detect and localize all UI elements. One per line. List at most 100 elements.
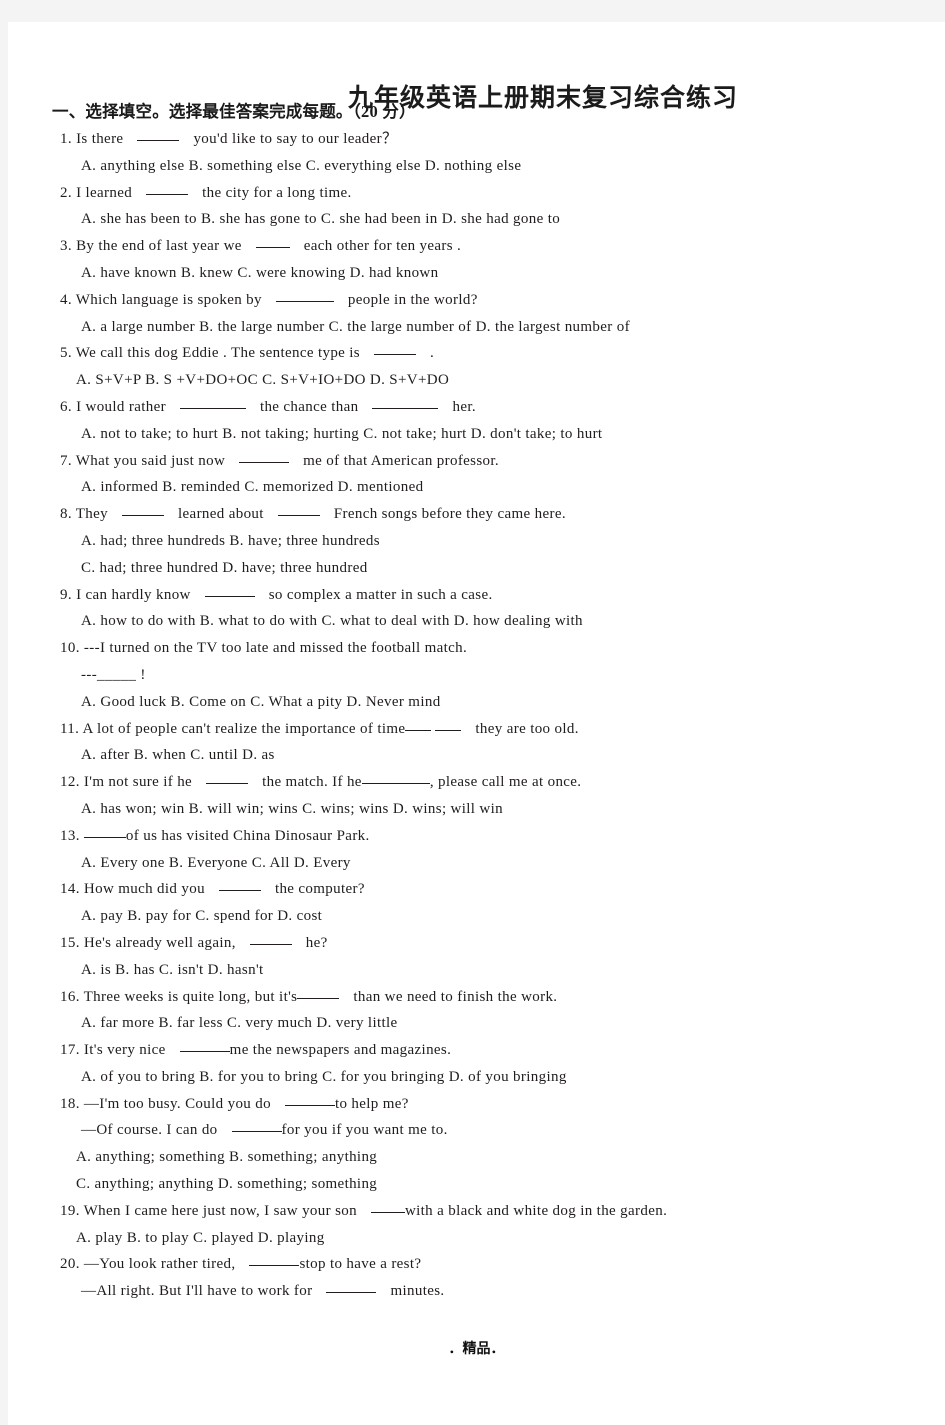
stem-text-after: her.: [452, 398, 476, 415]
question-number: 2.: [60, 184, 72, 201]
option-row[interactable]: A. have known B. knew C. were knowing D.…: [8, 260, 945, 287]
option-row[interactable]: C. had; three hundred D. have; three hun…: [8, 555, 945, 582]
stem-text: It's very nice: [83, 1042, 166, 1059]
option-row[interactable]: A. Good luck B. Come on C. What a pity D…: [8, 689, 945, 716]
answer-blank[interactable]: [405, 720, 432, 731]
answer-blank-2[interactable]: [231, 1121, 282, 1133]
stem-text: We call this dog Eddie . The sentence ty…: [75, 345, 360, 362]
answer-blank[interactable]: [206, 773, 249, 785]
option-row[interactable]: A. has won; win B. will win; wins C. win…: [8, 796, 945, 823]
option-row[interactable]: A. of you to bring B. for you to bring C…: [8, 1064, 945, 1091]
answer-blank[interactable]: [297, 988, 340, 999]
answer-blank[interactable]: [239, 452, 290, 463]
stem-text-after: me the newspapers and magazines.: [229, 1042, 452, 1059]
question-number: 10.: [60, 640, 80, 657]
reply-text-after: minutes.: [390, 1283, 445, 1300]
stem-text: A lot of people can't realize the import…: [82, 720, 406, 737]
question-stem: 9. I can hardly know so complex a matter …: [8, 582, 945, 609]
option-row[interactable]: A. informed B. reminded C. memorized D. …: [8, 474, 945, 501]
stem-text: I would rather: [76, 398, 166, 415]
question-stem: 3. By the end of last year we each other …: [8, 233, 945, 260]
option-row[interactable]: A. is B. has C. isn't D. hasn't: [8, 957, 945, 984]
option-row[interactable]: A. a large number B. the large number C.…: [8, 314, 945, 341]
answer-blank[interactable]: [137, 130, 180, 141]
footer-watermark: ．精品．: [448, 1341, 505, 1357]
question-stem: 1. Is there you'd like to say to our lead…: [8, 126, 945, 153]
stem-text-after: me of that American professor.: [303, 452, 500, 469]
stem-text-after: the computer?: [274, 881, 365, 898]
stem-text: How much did you: [83, 881, 205, 898]
answer-blank[interactable]: [122, 505, 165, 517]
stem-text: Which language is spoken by: [75, 291, 262, 308]
document-page: 九年级英语上册期末复习综合练习 一、选择填空。选择最佳答案完成每题。（20 分）…: [8, 22, 945, 1425]
option-row[interactable]: C. anything; anything D. something; some…: [8, 1171, 945, 1198]
question-stem: 8. They learned about French songs before …: [8, 501, 945, 528]
answer-blank-2[interactable]: [326, 1282, 377, 1294]
question-number: 1.: [60, 131, 72, 147]
stem-text: —I'm too busy. Could you do: [83, 1095, 271, 1112]
answer-blank-2[interactable]: [435, 720, 462, 731]
stem-text-mid: the match. If he: [262, 774, 362, 791]
question-number: 9.: [60, 586, 72, 603]
stem-text: ---I turned on the TV too late and misse…: [83, 640, 468, 657]
question-stem: 16. Three weeks is quite long, but it's t…: [8, 984, 945, 1011]
question-number: 12.: [60, 774, 80, 791]
option-row[interactable]: A. S+V+P B. S +V+DO+OC C. S+V+IO+DO D. S…: [8, 367, 945, 394]
answer-blank[interactable]: [83, 827, 126, 838]
question-number: 6.: [60, 398, 72, 415]
question-stem: 19. When I came here just now, I saw you…: [8, 1198, 945, 1225]
answer-blank[interactable]: [374, 344, 416, 356]
stem-text-after: each other for ten years .: [303, 238, 462, 255]
stem-text: When I came here just now, I saw your so…: [83, 1202, 357, 1219]
stem-text: They: [75, 506, 109, 523]
option-row[interactable]: A. far more B. far less C. very much D. …: [8, 1010, 945, 1037]
answer-blank[interactable]: [146, 184, 189, 195]
question-stem: 6. I would rather the chance than her.: [8, 394, 945, 421]
question-number: 4.: [60, 291, 72, 308]
stem-text-after: to help me?: [334, 1095, 409, 1112]
option-row[interactable]: A. not to take; to hurt B. not taking; h…: [8, 421, 945, 448]
option-row[interactable]: A. had; three hundreds B. have; three hu…: [8, 528, 945, 555]
option-row[interactable]: A. how to do with B. what to do with C. …: [8, 608, 945, 635]
stem-text-after: people in the world?: [347, 291, 478, 308]
question-stem: 12. I'm not sure if he the match. If he , …: [8, 769, 945, 796]
stem-text: Is there: [76, 131, 124, 147]
answer-blank[interactable]: [204, 586, 255, 597]
answer-blank-2[interactable]: [361, 773, 388, 785]
option-row[interactable]: A. Every one B. Everyone C. All D. Every: [8, 850, 945, 877]
answer-blank[interactable]: [370, 1202, 405, 1213]
answer-blank[interactable]: [284, 1095, 335, 1106]
option-row[interactable]: A. anything else B. something else C. ev…: [8, 153, 945, 180]
answer-blank-2[interactable]: [277, 505, 320, 517]
stem-text-after: , please call me at once.: [429, 774, 582, 791]
stem-text-after: .: [430, 345, 435, 362]
question-number: 3.: [60, 238, 72, 255]
stem-text-after: he?: [305, 934, 328, 951]
dialog-reply-line: ---_____ !: [81, 666, 146, 683]
option-row[interactable]: A. play B. to play C. played D. playing: [8, 1225, 945, 1252]
answer-blank[interactable]: [179, 398, 246, 409]
answer-blank[interactable]: [179, 1041, 230, 1053]
option-row[interactable]: A. anything; something B. something; any…: [8, 1144, 945, 1171]
question-number: 13.: [60, 827, 80, 844]
answer-blank[interactable]: [255, 237, 290, 249]
answer-blank[interactable]: [275, 291, 334, 302]
option-row[interactable]: A. after B. when C. until D. as: [8, 742, 945, 769]
stem-text: I can hardly know: [76, 586, 191, 603]
answer-blank[interactable]: [249, 934, 292, 945]
stem-text-after: so complex a matter in such a case.: [268, 586, 493, 603]
answer-blank-2[interactable]: [372, 398, 439, 409]
answer-blank[interactable]: [218, 880, 261, 892]
reply-text-after: for you if you want me to.: [281, 1122, 448, 1139]
stem-text-after: they are too old.: [475, 720, 579, 737]
option-row[interactable]: A. pay B. pay for C. spend for D. cost: [8, 903, 945, 930]
answer-blank-3[interactable]: [387, 773, 430, 785]
stem-text-after: with a black and white dog in the garden…: [404, 1202, 668, 1219]
answer-blank[interactable]: [249, 1255, 300, 1267]
stem-text: What you said just now: [75, 452, 226, 469]
stem-text: He's already well again,: [83, 934, 236, 951]
question-number: 20.: [60, 1256, 80, 1273]
question-stem: 2. I learned the city for a long time.: [8, 180, 945, 207]
option-row[interactable]: A. she has been to B. she has gone to C.…: [8, 206, 945, 233]
question-number: 5.: [60, 345, 72, 362]
